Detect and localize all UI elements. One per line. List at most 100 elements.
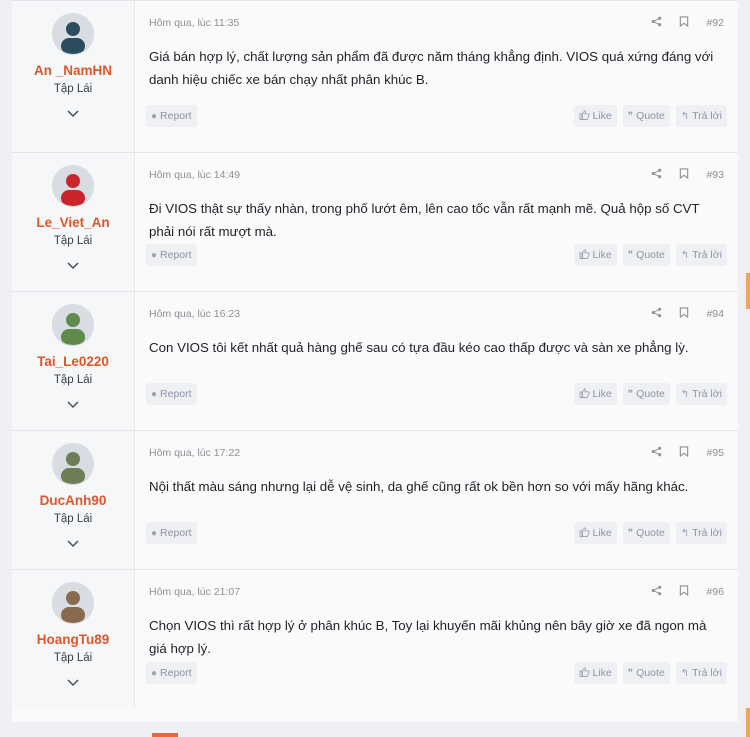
- bookmark-icon[interactable]: [679, 168, 689, 182]
- quote-icon: ❞: [627, 667, 634, 679]
- share-icon[interactable]: [651, 307, 662, 321]
- post-actions: ● Report Like ❞ Quote ↰ Trả lời: [146, 383, 727, 405]
- post-number[interactable]: #96: [706, 586, 724, 598]
- quote-button[interactable]: ❞ Quote: [622, 383, 670, 405]
- bookmark-icon[interactable]: [679, 585, 689, 599]
- post-meta: Hôm qua, lúc 11:35 #92: [149, 16, 726, 31]
- post-number[interactable]: #95: [706, 447, 724, 459]
- chevron-down-icon[interactable]: [67, 676, 79, 690]
- reply-button[interactable]: ↰ Trả lời: [675, 383, 727, 405]
- reply-icon: ↰: [680, 110, 690, 122]
- reply-button[interactable]: ↰ Trả lời: [675, 244, 727, 266]
- username[interactable]: Le_Viet_An: [36, 215, 109, 230]
- chevron-down-icon[interactable]: [67, 398, 79, 412]
- bookmark-icon[interactable]: [679, 446, 689, 460]
- report-button[interactable]: ● Report: [146, 105, 197, 127]
- avatar-image: [53, 14, 93, 54]
- share-icon[interactable]: [651, 446, 662, 460]
- share-icon[interactable]: [651, 168, 662, 182]
- scroll-accent-bottom: [746, 708, 750, 737]
- avatar-image: [53, 583, 93, 623]
- bookmark-icon[interactable]: [679, 307, 689, 321]
- quote-icon: ❞: [627, 527, 634, 539]
- username[interactable]: An _NamHN: [34, 63, 112, 78]
- quote-button[interactable]: ❞ Quote: [622, 522, 670, 544]
- reply-button[interactable]: ↰ Trả lời: [675, 662, 727, 684]
- like-button[interactable]: Like: [573, 662, 617, 684]
- post-body: Con VIOS tôi kết nhất quả hàng ghế sau c…: [149, 340, 689, 355]
- report-button[interactable]: ● Report: [146, 244, 197, 266]
- share-icon[interactable]: [651, 585, 662, 599]
- thumbs-up-icon: [579, 109, 590, 123]
- quote-button[interactable]: ❞ Quote: [622, 105, 670, 127]
- avatar[interactable]: [52, 304, 94, 346]
- post: HoangTu89 Tập Lái Hôm qua, lúc 21:07 #96: [12, 570, 738, 709]
- quote-label: Quote: [636, 249, 665, 261]
- like-button[interactable]: Like: [573, 105, 617, 127]
- user-title: Tập Lái: [53, 513, 93, 525]
- post-number[interactable]: #94: [706, 308, 724, 320]
- report-label: Report: [160, 527, 192, 539]
- quote-label: Quote: [636, 388, 665, 400]
- thumbs-up-icon: [579, 526, 590, 540]
- username[interactable]: Tai_Le0220: [37, 354, 109, 369]
- post-body: Đi VIOS thật sự thấy nhàn, trong phố lướ…: [149, 201, 700, 239]
- post-content: Hôm qua, lúc 16:23 #94 Con VIOS tôi kết …: [146, 292, 727, 430]
- post-timestamp[interactable]: Hôm qua, lúc 11:35: [149, 17, 239, 29]
- post-meta: Hôm qua, lúc 16:23 #94: [149, 307, 726, 322]
- reply-icon: ↰: [680, 527, 690, 539]
- post: An _NamHN Tập Lái Hôm qua, lúc 11:35 #92: [12, 0, 738, 153]
- user-title: Tập Lái: [53, 374, 93, 386]
- user-column: DucAnh90 Tập Lái: [12, 431, 135, 569]
- report-button[interactable]: ● Report: [146, 383, 197, 405]
- quote-label: Quote: [636, 110, 665, 122]
- thread: An _NamHN Tập Lái Hôm qua, lúc 11:35 #92: [12, 0, 738, 722]
- avatar[interactable]: [52, 443, 94, 485]
- report-button[interactable]: ● Report: [146, 662, 197, 684]
- reply-button[interactable]: ↰ Trả lời: [675, 522, 727, 544]
- like-button[interactable]: Like: [573, 522, 617, 544]
- avatar[interactable]: [52, 13, 94, 55]
- bookmark-icon[interactable]: [679, 16, 689, 30]
- username[interactable]: DucAnh90: [40, 493, 107, 508]
- username[interactable]: HoangTu89: [37, 632, 110, 647]
- like-button[interactable]: Like: [573, 244, 617, 266]
- chevron-down-icon[interactable]: [67, 259, 79, 273]
- post-timestamp[interactable]: Hôm qua, lúc 21:07: [149, 586, 240, 598]
- quote-button[interactable]: ❞ Quote: [622, 662, 670, 684]
- user-column: HoangTu89 Tập Lái: [12, 570, 135, 709]
- report-label: Report: [160, 667, 192, 679]
- avatar[interactable]: [52, 582, 94, 624]
- user-title: Tập Lái: [53, 652, 93, 664]
- avatar-image: [53, 305, 93, 345]
- post-content: Hôm qua, lúc 21:07 #96 Chọn VIOS thì rất…: [146, 570, 727, 709]
- share-icon[interactable]: [651, 16, 662, 30]
- post: DucAnh90 Tập Lái Hôm qua, lúc 17:22 #95: [12, 431, 738, 570]
- user-column: An _NamHN Tập Lái: [12, 1, 135, 152]
- post-number[interactable]: #92: [706, 17, 724, 29]
- post: Le_Viet_An Tập Lái Hôm qua, lúc 14:49 #9…: [12, 153, 738, 292]
- report-button[interactable]: ● Report: [146, 522, 197, 544]
- like-label: Like: [592, 388, 612, 400]
- avatar-image: [53, 166, 93, 206]
- reply-icon: ↰: [680, 388, 690, 400]
- post-timestamp[interactable]: Hôm qua, lúc 17:22: [149, 447, 240, 459]
- avatar[interactable]: [52, 165, 94, 207]
- post-content: Hôm qua, lúc 17:22 #95 Nội thất màu sáng…: [146, 431, 727, 569]
- chevron-down-icon[interactable]: [67, 537, 79, 551]
- reply-button[interactable]: ↰ Trả lời: [675, 105, 727, 127]
- post-actions: ● Report Like ❞ Quote ↰ Trả lời: [146, 522, 727, 544]
- post-timestamp[interactable]: Hôm qua, lúc 14:49: [149, 169, 240, 181]
- quote-button[interactable]: ❞ Quote: [622, 244, 670, 266]
- quote-icon: ❞: [627, 388, 634, 400]
- like-button[interactable]: Like: [573, 383, 617, 405]
- chevron-down-icon[interactable]: [67, 107, 79, 121]
- post-body: Nội thất màu sáng nhưng lại dễ vệ sinh, …: [149, 479, 689, 494]
- post-actions: ● Report Like ❞ Quote ↰ Trả lời: [146, 244, 727, 266]
- post-timestamp[interactable]: Hôm qua, lúc 16:23: [149, 308, 240, 320]
- like-label: Like: [592, 667, 612, 679]
- like-label: Like: [592, 527, 612, 539]
- post-number[interactable]: #93: [706, 169, 724, 181]
- like-label: Like: [592, 110, 612, 122]
- report-label: Report: [160, 249, 192, 261]
